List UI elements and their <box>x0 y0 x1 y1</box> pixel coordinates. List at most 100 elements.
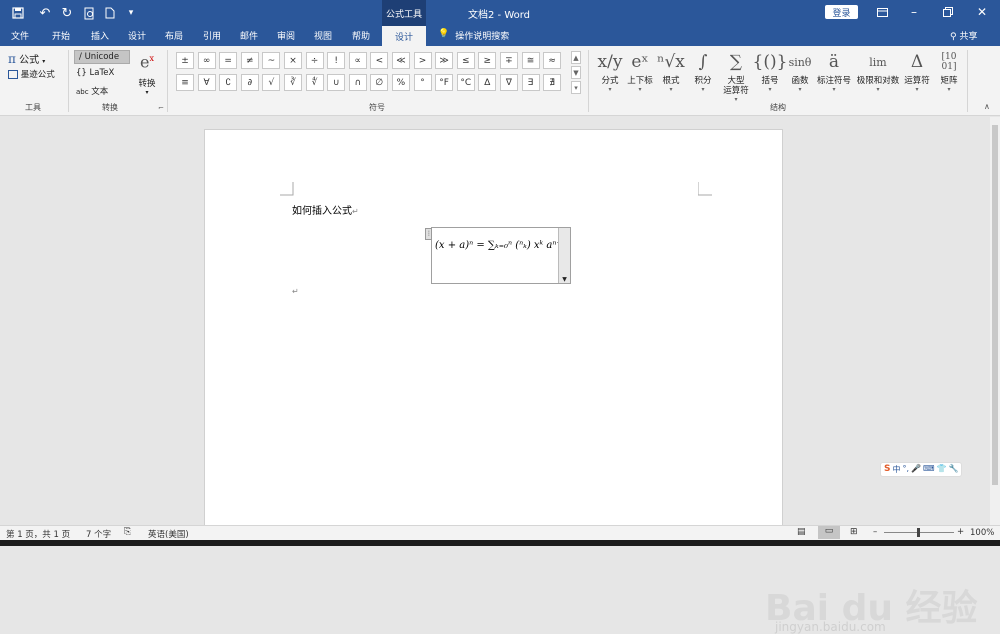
minimize-icon[interactable]: – <box>900 3 928 21</box>
restore-icon[interactable] <box>934 3 962 21</box>
symbol-button[interactable]: ∁ <box>219 74 238 91</box>
symbol-button[interactable]: ∇ <box>499 74 518 91</box>
zoom-slider-thumb[interactable] <box>917 528 920 537</box>
tab-review[interactable]: 审阅 <box>277 29 295 42</box>
scrollbar-thumb[interactable] <box>992 125 998 485</box>
zoom-level[interactable]: 100% <box>970 528 994 538</box>
symbol-button[interactable]: ∪ <box>327 74 346 91</box>
symbol-button[interactable]: ± <box>176 52 194 69</box>
ime-lang-icon[interactable]: 中 <box>892 464 900 475</box>
symbol-button[interactable]: ≤ <box>456 52 475 69</box>
tab-help[interactable]: 帮助 <box>352 29 370 42</box>
ime-tools-icon[interactable]: 🔧 <box>949 464 959 475</box>
tab-design-doc[interactable]: 设计 <box>128 29 146 42</box>
structure-button-fraction[interactable]: x/y 分式 ▾ <box>596 48 624 93</box>
tab-home[interactable]: 开始 <box>52 29 70 42</box>
word-count[interactable]: 7 个字 <box>86 528 111 540</box>
symbol-button[interactable]: ÷ <box>305 52 324 69</box>
dialog-launcher-icon[interactable]: ⌐ <box>158 104 164 112</box>
structure-button-matrix[interactable]: [10 01] 矩阵 ▾ <box>934 48 964 93</box>
ime-toolbar[interactable]: S 中 °, 🎤 ⌨ 👕 🔧 <box>880 462 963 477</box>
symbol-button[interactable]: ~ <box>262 52 281 69</box>
equation-options-icon[interactable]: ▼ <box>558 228 570 283</box>
tab-equation-design[interactable]: 设计 <box>382 26 426 46</box>
print-layout-icon[interactable]: ▭ <box>818 526 840 539</box>
symbol-button[interactable]: ≈ <box>543 52 562 69</box>
symbol-button[interactable]: ∃ <box>521 74 540 91</box>
symbol-button[interactable]: ∜ <box>305 74 324 91</box>
redo-icon[interactable]: ↻ <box>58 4 76 22</box>
symbol-button[interactable]: ! <box>327 52 346 69</box>
tab-mailings[interactable]: 邮件 <box>240 29 258 42</box>
save-icon[interactable] <box>8 4 28 22</box>
equation-box[interactable]: ⋮ (x + a)ⁿ = ∑ₖ₌₀ⁿ (ⁿₖ) xᵏ aⁿ⁻ᵏ ▼ <box>425 227 571 284</box>
symbol-button[interactable]: ∄ <box>543 74 562 91</box>
equation-content[interactable]: (x + a)ⁿ = ∑ₖ₌₀ⁿ (ⁿₖ) xᵏ aⁿ⁻ᵏ <box>435 240 565 251</box>
zoom-slider[interactable] <box>884 528 954 537</box>
symbol-button[interactable]: ≠ <box>240 52 259 69</box>
collapse-ribbon-icon[interactable]: ∧ <box>984 102 990 111</box>
structure-button-radical[interactable]: ⁿ√x 根式 ▾ <box>656 48 686 93</box>
latex-option[interactable]: {} LaTeX <box>76 68 114 78</box>
ink-equation-button[interactable]: 墨迹公式 <box>8 68 55 80</box>
ime-keyboard-icon[interactable]: ⌨ <box>923 464 935 475</box>
proofing-icon[interactable]: ⎘ <box>124 527 131 537</box>
symbol-button[interactable]: ≡ <box>176 74 194 91</box>
ribbon-display-options-icon[interactable] <box>868 3 896 21</box>
symbol-button[interactable]: < <box>370 52 389 69</box>
symbol-button[interactable]: × <box>283 52 302 69</box>
login-button[interactable]: 登录 <box>825 5 858 19</box>
structure-button-limit-log[interactable]: lim 极限和对数 ▾ <box>855 48 901 94</box>
symbol-button[interactable]: ≥ <box>478 52 497 69</box>
symbol-button[interactable]: ∀ <box>197 74 216 91</box>
print-preview-icon[interactable] <box>80 4 98 22</box>
convert-button[interactable]: ex 转换 ▾ <box>134 50 160 97</box>
symbol-button[interactable]: ∅ <box>370 74 389 91</box>
zoom-in-icon[interactable]: + <box>957 527 964 537</box>
zoom-out-icon[interactable]: – <box>873 527 877 537</box>
structure-button-bracket[interactable]: {()} 括号 ▾ <box>753 48 788 93</box>
web-layout-icon[interactable]: ⊞ <box>850 527 858 537</box>
symbol-button[interactable]: % <box>391 74 410 91</box>
symbol-button[interactable]: ∓ <box>499 52 518 69</box>
symbol-button[interactable]: ∝ <box>348 52 367 69</box>
vertical-scrollbar[interactable] <box>990 117 1000 525</box>
symbol-button[interactable]: ∆ <box>478 74 497 91</box>
symbol-button[interactable]: ° <box>413 74 432 91</box>
page-count[interactable]: 第 1 页，共 1 页 <box>6 528 70 540</box>
gallery-scroll-down-icon[interactable]: ▼ <box>571 66 581 79</box>
structure-button-accent[interactable]: ä 标注符号 ▾ <box>814 48 854 93</box>
language-indicator[interactable]: 英语(美国) <box>148 528 189 540</box>
ime-s-icon[interactable]: S <box>884 464 890 475</box>
symbol-button[interactable]: ≪ <box>391 52 410 69</box>
gallery-more-icon[interactable]: ▾ <box>571 81 581 94</box>
ime-voice-icon[interactable]: 🎤 <box>911 464 921 475</box>
text-option[interactable]: abc 文本 <box>76 85 108 97</box>
equation-handle-icon[interactable]: ⋮ <box>425 228 432 240</box>
read-mode-icon[interactable]: ▤ <box>797 527 806 537</box>
tab-references[interactable]: 引用 <box>203 29 221 42</box>
close-icon[interactable]: ✕ <box>968 3 996 21</box>
undo-icon[interactable]: ↶ <box>34 4 56 22</box>
document-page[interactable]: 如何插入公式↵ ⋮ (x + a)ⁿ = ∑ₖ₌₀ⁿ (ⁿₖ) xᵏ aⁿ⁻ᵏ … <box>204 129 783 529</box>
symbol-button[interactable]: ∂ <box>240 74 259 91</box>
equation-button[interactable]: π 公式 ▾ <box>8 51 45 66</box>
tab-view[interactable]: 视图 <box>314 29 332 42</box>
symbol-button[interactable]: °C <box>456 74 475 91</box>
structure-button-integral[interactable]: ∫ 积分 ▾ <box>688 48 718 93</box>
symbol-button[interactable]: °F <box>435 74 454 91</box>
ime-skin-icon[interactable]: 👕 <box>937 464 947 475</box>
symbol-button[interactable]: > <box>413 52 432 69</box>
symbol-button[interactable]: √ <box>262 74 281 91</box>
symbol-button[interactable]: = <box>219 52 238 69</box>
new-document-icon[interactable] <box>102 4 118 22</box>
symbol-button[interactable]: ≅ <box>521 52 540 69</box>
symbol-button[interactable]: ∩ <box>348 74 367 91</box>
structure-button-large-operator[interactable]: ∑ 大型 运算符 ▾ <box>718 48 754 103</box>
tab-insert[interactable]: 插入 <box>91 29 109 42</box>
tab-file[interactable]: 文件 <box>11 29 29 42</box>
share-button[interactable]: ⚲ 共享 <box>950 29 977 42</box>
ime-punct-icon[interactable]: °, <box>902 464 909 475</box>
symbol-button[interactable]: ∛ <box>283 74 302 91</box>
gallery-scroll-up-icon[interactable]: ▲ <box>571 51 581 64</box>
